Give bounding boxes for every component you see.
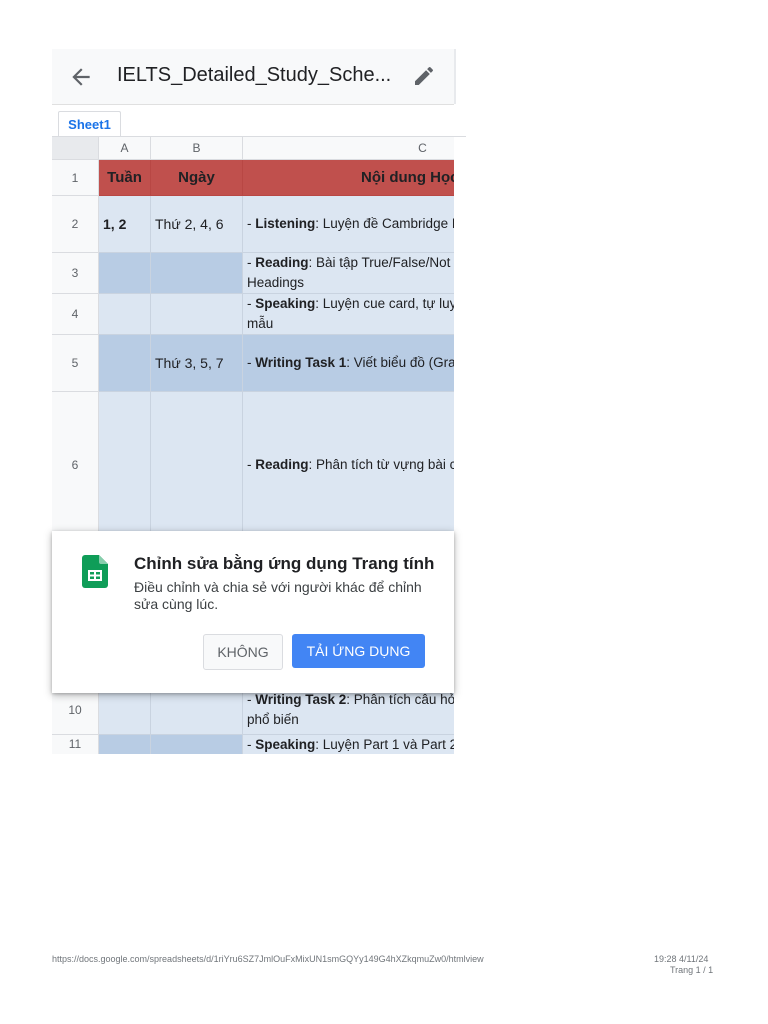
content-text: - Writing Task 2: Phân tích câu hỏ phổ bi… [247,691,454,727]
table-cell[interactable] [151,392,243,538]
table-cell[interactable] [99,253,151,294]
get-app-button[interactable]: TẢI ỨNG DỤNG [292,634,425,668]
table-cell[interactable]: - Listening: Luyện đề Cambridge L [243,196,454,253]
table-cell[interactable]: Ngày [151,160,243,196]
table-cell[interactable] [99,294,151,335]
decline-button[interactable]: KHÔNG [203,634,283,670]
table-cell[interactable]: Tuần [99,160,151,196]
content-text: - Speaking: Luyện cue card, tự luy mẫu [247,296,454,331]
app-bar-divider [454,49,456,104]
footer-timestamp: 19:28 4/11/24 [654,954,709,964]
day-value: Thứ 2, 4, 6 [155,216,224,232]
row-number[interactable]: 6 [52,392,99,538]
content-text: - Reading: Phân tích từ vựng bài c [247,456,454,472]
content-text: - Writing Task 1: Viết biểu đồ (Gra [247,355,454,370]
table-cell[interactable]: Thứ 3, 5, 7 [151,335,243,392]
table-cell[interactable]: - Speaking: Luyện Part 1 và Part 2 [243,735,454,754]
table-cell[interactable]: 1, 2 [99,196,151,253]
row-number[interactable]: 4 [52,294,99,335]
document-title: IELTS_Detailed_Study_Sche... [117,64,392,86]
table-cell[interactable]: Nội dung Học [243,160,454,196]
table-cell[interactable] [151,735,243,754]
week-value: 1, 2 [103,216,127,232]
content-text: - Reading: Bài tập True/False/Not Heading… [247,255,451,290]
header-ngay: Ngày [178,168,215,186]
google-sheets-icon [82,555,108,588]
table-cell[interactable] [99,392,151,538]
tab-sheet1[interactable]: Sheet1 [58,111,121,138]
row-number[interactable]: 11 [52,735,99,754]
dialog-body: Điều chỉnh và chia sẻ với người khác để … [134,579,422,612]
edit-button[interactable] [412,64,436,88]
back-button[interactable] [68,64,94,90]
arrow-left-icon [72,68,90,86]
content-text: - Listening: Luyện đề Cambridge L [247,216,454,231]
dialog-title: Chỉnh sửa bằng ứng dụng Trang tính [134,554,435,573]
footer-url: https://docs.google.com/spreadsheets/d/1… [52,954,484,964]
table-cell[interactable]: - Speaking: Luyện cue card, tự luy mẫu [243,294,454,335]
open-in-app-dialog: Chỉnh sửa bằng ứng dụng Trang tính Điều … [52,531,454,693]
table-cell[interactable]: - Reading: Phân tích từ vựng bài c [243,392,454,538]
select-all-corner[interactable] [52,137,99,160]
row-number[interactable]: 1 [52,160,99,196]
header-tuan: Tuần [107,168,142,186]
column-header-b[interactable]: B [151,137,243,160]
table-cell[interactable]: Thứ 2, 4, 6 [151,196,243,253]
footer-page-number: Trang 1 / 1 [670,965,714,975]
content-text: - Speaking: Luyện Part 1 và Part 2 [247,737,454,752]
row-number[interactable]: 2 [52,196,99,253]
table-cell[interactable] [151,294,243,335]
table-cell[interactable]: - Writing Task 1: Viết biểu đồ (Gra [243,335,454,392]
column-header-c[interactable]: C [243,137,454,160]
table-cell[interactable] [99,335,151,392]
header-noi-dung: Nội dung Học [361,168,454,186]
row-number[interactable]: 3 [52,253,99,294]
column-header-a[interactable]: A [99,137,151,160]
pencil-icon [415,66,434,85]
table-cell[interactable] [99,735,151,754]
app-bar: IELTS_Detailed_Study_Sche... [52,49,454,105]
table-cell[interactable]: - Reading: Bài tập True/False/Not Heading… [243,253,454,294]
day-value: Thứ 3, 5, 7 [155,355,224,371]
row-number[interactable]: 5 [52,335,99,392]
table-cell[interactable] [151,253,243,294]
